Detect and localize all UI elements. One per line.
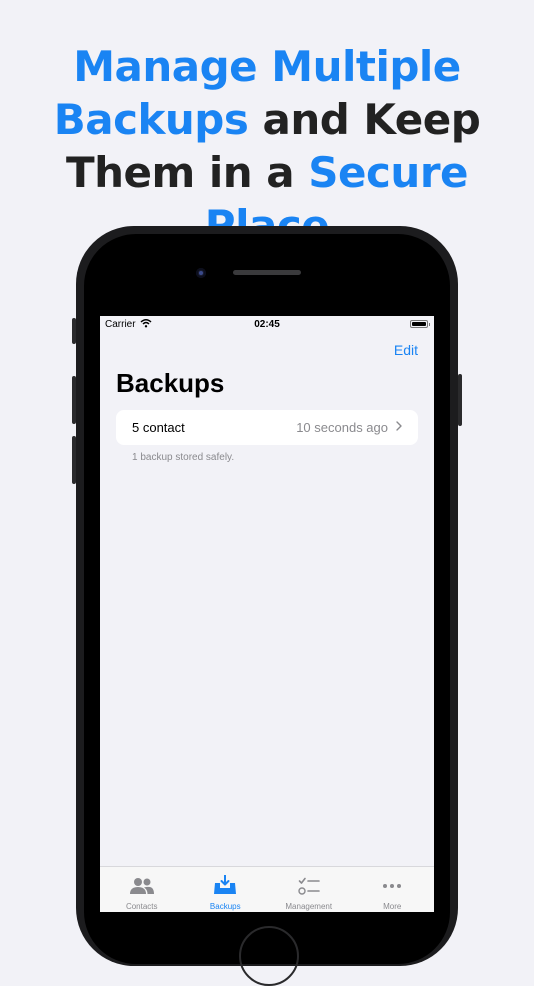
earpiece-speaker [233,270,301,275]
front-camera [196,268,206,278]
headline-line-2: Backups and Keep [53,95,481,144]
tab-management[interactable]: Management [267,867,351,912]
edit-button[interactable]: Edit [394,342,418,358]
battery-icon [410,320,430,328]
volume-down-button [72,436,76,484]
tab-contacts-label: Contacts [125,902,158,911]
section-footer: 1 backup stored safely. [132,452,235,463]
checklist-icon [298,877,320,895]
status-time: 02:45 [254,319,280,330]
tab-contacts[interactable]: Contacts [100,867,184,912]
chevron-right-icon [396,421,402,431]
backup-row-label: 5 contact [132,420,185,435]
page-title: Backups [116,368,225,398]
app-screen: Carrier 02:45 Edit Backups 5 contact 10 … [100,316,434,912]
tab-more-label: More [383,902,402,911]
tab-management-label: Management [285,902,333,911]
backup-row-time: 10 seconds ago [296,420,388,435]
home-button [239,926,299,986]
headline-line-1: Manage Multiple [73,42,461,91]
more-icon [383,884,402,888]
tab-more[interactable]: More [351,867,435,912]
backup-tray-icon [214,875,237,894]
status-bar: Carrier 02:45 [100,316,434,334]
mute-switch [72,318,76,344]
contacts-icon [129,878,154,894]
backup-row[interactable]: 5 contact 10 seconds ago [116,410,418,445]
power-button [458,374,462,426]
marketing-headline: Manage Multiple Backups and Keep Them in… [0,40,534,252]
tab-backups[interactable]: Backups [184,867,268,912]
tab-bar: Contacts Backups Management More [100,866,434,912]
tab-backups-label: Backups [209,902,241,911]
volume-up-button [72,376,76,424]
